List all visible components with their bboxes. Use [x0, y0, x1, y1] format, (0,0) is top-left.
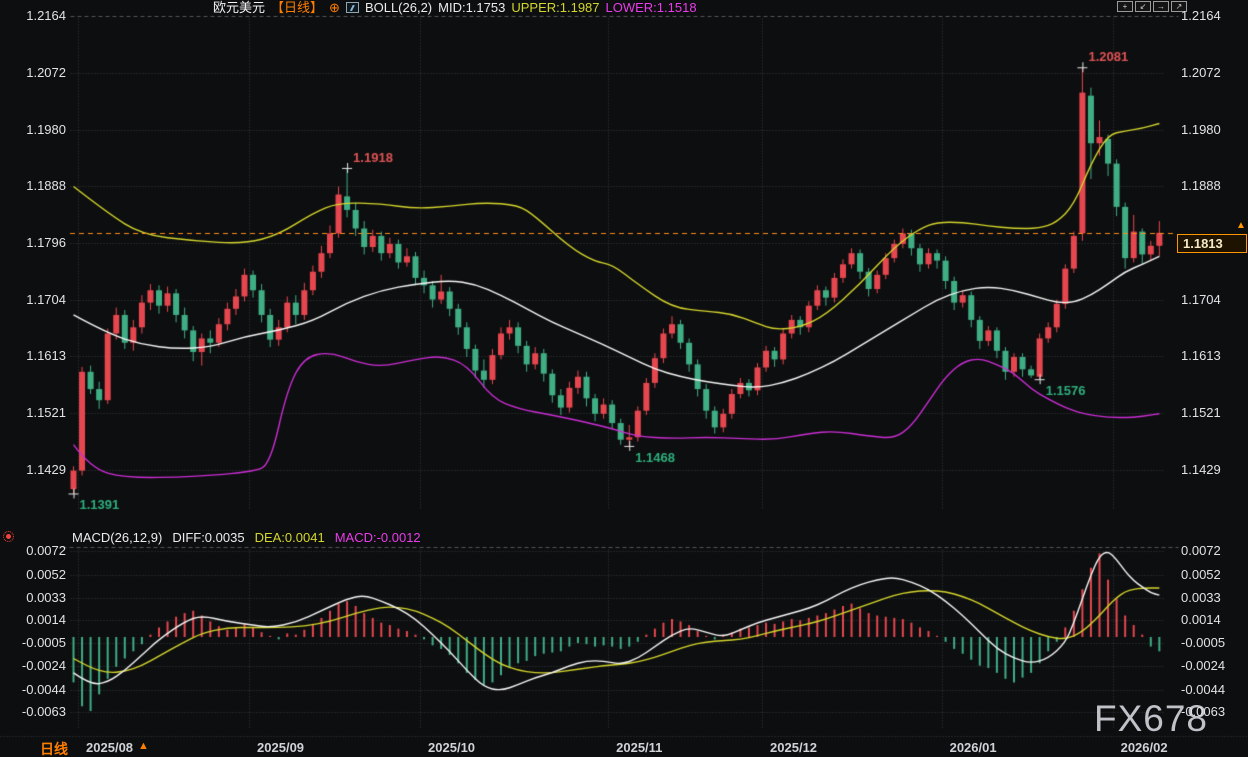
add-indicator-icon[interactable]: ⊕: [329, 0, 340, 15]
price-axis-label-left: 1.1613: [0, 348, 66, 363]
pan-right-icon[interactable]: →: [1153, 1, 1169, 12]
macd-header: MACD(26,12,9) DIFF:0.0035 DEA:0.0041 MAC…: [72, 530, 421, 545]
x-axis-month-label: 2026/01: [950, 740, 997, 755]
price-axis-label-right: 1.1521: [1181, 405, 1221, 420]
price-axis-label-right: 1.1980: [1181, 122, 1221, 137]
x-axis-month-label: 2025/10: [428, 740, 475, 755]
macd-axis-label-left: 0.0033: [0, 590, 66, 605]
macd-axis-label-right: -0.0044: [1181, 682, 1225, 697]
x-axis-month-label: 2025/11: [616, 740, 662, 755]
macd-axis-label-left: -0.0063: [0, 704, 66, 719]
macd-axis-label-right: 0.0033: [1181, 590, 1221, 605]
macd-axis-label-left: 0.0052: [0, 567, 66, 582]
macd-dea-value: DEA:0.0041: [255, 530, 325, 545]
price-axis-label-left: 1.2072: [0, 65, 66, 80]
chart-toolbar: + ↙ → ↗: [1117, 1, 1187, 12]
price-axis-label-left: 1.1521: [0, 405, 66, 420]
price-axis-label-left: 1.1429: [0, 462, 66, 477]
macd-axis-label-left: -0.0005: [0, 635, 66, 650]
x-axis-month-label: 2025/09: [257, 740, 304, 755]
macd-axis-label-right: -0.0063: [1181, 704, 1225, 719]
macd-title: MACD(26,12,9): [72, 530, 162, 545]
price-axis-label-right: 1.1429: [1181, 462, 1221, 477]
crosshair-icon[interactable]: +: [1117, 1, 1133, 12]
macd-axis-label-right: -0.0005: [1181, 635, 1225, 650]
macd-macd-value: MACD:-0.0012: [335, 530, 421, 545]
symbol-name: 欧元美元: [213, 0, 265, 15]
chart-canvas[interactable]: [0, 0, 1248, 757]
period-selector-arrow-icon[interactable]: ▲: [138, 740, 149, 752]
macd-axis-label-right: 0.0052: [1181, 567, 1221, 582]
price-axis-label-right: 1.1888: [1181, 178, 1221, 193]
price-axis-label-left: 1.1796: [0, 235, 66, 250]
price-axis-label-right: 1.1704: [1181, 292, 1221, 307]
price-axis-label-right: 1.2072: [1181, 65, 1221, 80]
macd-axis-label-right: 0.0072: [1181, 543, 1221, 558]
price-axis-label-right: 1.2164: [1181, 8, 1221, 23]
boll-lower-value: LOWER:1.1518: [606, 0, 697, 15]
price-axis-label-left: 1.1704: [0, 292, 66, 307]
x-axis-month-label: 2025/12: [770, 740, 817, 755]
macd-axis-label-left: 0.0072: [0, 543, 66, 558]
macd-axis-label-right: 0.0014: [1181, 612, 1221, 627]
price-up-arrow-icon: ▲: [1236, 221, 1246, 231]
boll-mid-value: MID:1.1753: [438, 0, 505, 15]
macd-settings-icon[interactable]: [3, 531, 14, 542]
macd-axis-label-right: -0.0024: [1181, 658, 1225, 673]
macd-diff-value: DIFF:0.0035: [172, 530, 244, 545]
chart-header: 欧元美元【日线】 ⊕ BOLL(26,2) MID:1.1753 UPPER:1…: [213, 0, 697, 15]
chart-type-icon[interactable]: [346, 2, 359, 13]
macd-axis-label-left: -0.0024: [0, 658, 66, 673]
period-selector[interactable]: 日线: [40, 739, 68, 757]
price-axis-label-left: 1.2164: [0, 8, 66, 23]
x-axis-month-label: 2026/02: [1121, 740, 1168, 755]
boll-label: BOLL(26,2): [365, 0, 432, 15]
current-price-tag: 1.1813: [1177, 234, 1247, 253]
price-axis-label-right: 1.1613: [1181, 348, 1221, 363]
price-axis-label-left: 1.1980: [0, 122, 66, 137]
boll-upper-value: UPPER:1.1987: [511, 0, 599, 15]
trading-chart-app: 欧元美元【日线】 ⊕ BOLL(26,2) MID:1.1753 UPPER:1…: [0, 0, 1248, 757]
pan-left-icon[interactable]: ↙: [1135, 1, 1151, 12]
macd-axis-label-left: 0.0014: [0, 612, 66, 627]
macd-axis-label-left: -0.0044: [0, 682, 66, 697]
x-axis-month-label: 2025/08: [86, 740, 133, 755]
price-axis-label-left: 1.1888: [0, 178, 66, 193]
period-tag: 【日线】: [271, 0, 323, 15]
